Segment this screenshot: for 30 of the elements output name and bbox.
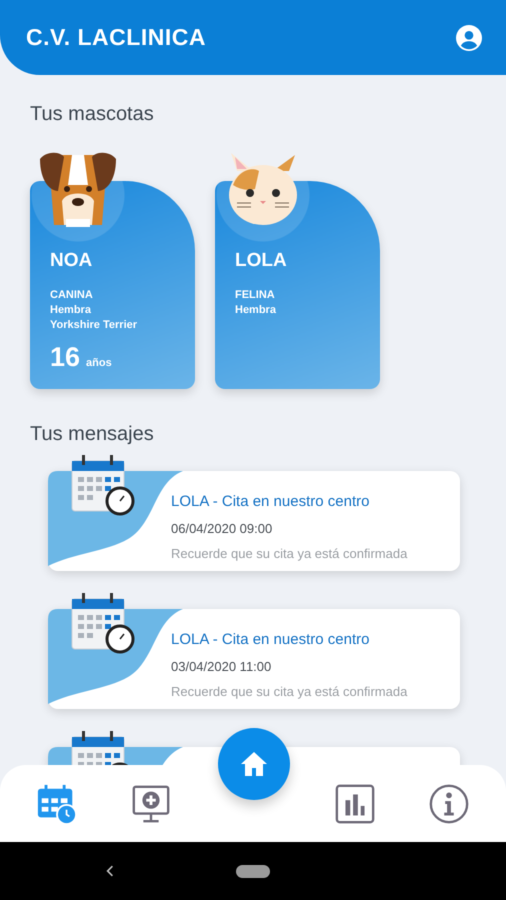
pet-detail: FELINA — [235, 288, 275, 302]
pet-age: 16 — [50, 340, 80, 374]
app-title: C.V. LACLINICA — [26, 23, 206, 52]
monitor-plus-icon — [130, 782, 172, 824]
message-date: 06/04/2020 09:00 — [171, 520, 272, 538]
card-background[interactable] — [215, 181, 380, 389]
pet-name: NOA — [50, 249, 92, 273]
pet-detail: Hembra — [50, 302, 91, 318]
message-date: 03/04/2020 11:00 — [171, 658, 272, 676]
calendar-clock-icon — [36, 782, 78, 824]
pet-name: LOLA — [235, 249, 287, 273]
account-icon[interactable] — [456, 24, 482, 50]
section-title: Tus mensajes — [30, 422, 155, 447]
card-background[interactable] — [30, 181, 195, 389]
pet-detail: CANINA — [50, 288, 93, 302]
nav-tab[interactable] — [427, 782, 471, 826]
pet-detail: Hembra — [235, 302, 276, 318]
home-icon — [239, 750, 269, 778]
home-pill[interactable] — [236, 865, 270, 878]
message-text: Recuerde que su cita ya está confirmada — [171, 683, 408, 701]
back-icon[interactable] — [106, 865, 114, 877]
message-title: LOLA - Cita en nuestro centro — [171, 492, 370, 512]
section-title: Tus mascotas — [30, 102, 155, 127]
pet-detail: Yorkshire Terrier — [50, 318, 138, 332]
age-unit: años — [86, 356, 112, 370]
nav-tab[interactable] — [333, 782, 377, 826]
message-text: Recuerde que su cita ya está confirmada — [171, 545, 408, 563]
message-title: LOLA - Cita en nuestro centro — [171, 630, 370, 650]
bar-chart-icon — [334, 782, 376, 824]
info-icon — [428, 782, 470, 824]
